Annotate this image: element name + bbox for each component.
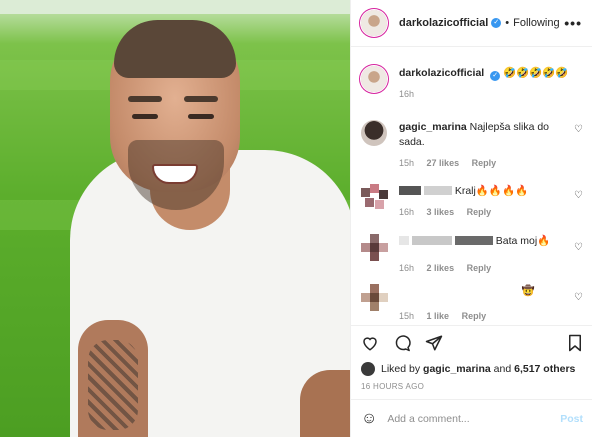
avatar[interactable] — [361, 234, 388, 261]
caption: darkolazicofficial ✓ 🤣🤣🤣🤣🤣 16h — [361, 66, 585, 102]
photo-arm — [300, 370, 350, 437]
heart-icon[interactable]: ♡ — [574, 242, 583, 253]
comment-time[interactable]: 15h — [399, 311, 414, 321]
comment-body: Kralj🔥🔥🔥🔥 16h 3 likes Reply — [399, 184, 569, 220]
liked-by-user[interactable]: gagic_marina — [423, 363, 491, 375]
caption-meta: 16h — [399, 87, 569, 102]
list-item: Bata moj🔥 16h 2 likes Reply ♡ — [361, 234, 585, 276]
reply-button[interactable]: Reply — [467, 207, 492, 217]
photo-hair — [114, 20, 236, 78]
comment-time[interactable]: 16h — [399, 207, 414, 217]
reply-button[interactable]: Reply — [472, 158, 497, 168]
comment-time[interactable]: 16h — [399, 263, 414, 273]
photo-sky — [0, 0, 350, 14]
comment-input[interactable]: Add a comment... — [387, 413, 469, 425]
liked-by: Liked by gagic_marina and 6,517 others — [351, 356, 592, 376]
liked-by-others[interactable]: 6,517 others — [514, 363, 575, 375]
comment-body: Bata moj🔥 16h 2 likes Reply — [399, 234, 569, 276]
comment-body: gagic_marina Najlepša slika do sada. 15h… — [399, 120, 569, 171]
verified-badge-icon: ✓ — [491, 18, 502, 28]
blurred-username — [411, 236, 452, 245]
comment-meta: 15h 27 likes Reply — [399, 156, 569, 171]
comment-text: Bata moj🔥 — [495, 235, 551, 247]
comment-text: Kralj🔥🔥🔥🔥 — [454, 185, 529, 197]
comment-bubble-icon[interactable] — [393, 334, 411, 356]
bookmark-icon[interactable] — [567, 334, 583, 356]
comments-list[interactable]: darkolazicofficial ✓ 🤣🤣🤣🤣🤣 16h gagic_mar… — [351, 48, 592, 324]
verified-badge-icon: ✓ — [490, 71, 501, 81]
avatar[interactable] — [361, 120, 387, 146]
comment-text: 🤠 — [521, 285, 535, 297]
reply-button[interactable]: Reply — [462, 311, 487, 321]
post-button[interactable]: Post — [560, 413, 583, 425]
photo-brow — [128, 96, 162, 102]
photo-eye — [188, 114, 214, 119]
photo-brow — [184, 96, 218, 102]
blurred-username — [454, 236, 493, 245]
photo-eye — [132, 114, 158, 119]
avatar[interactable] — [361, 10, 387, 36]
instagram-post-view: darkolazicofficial ✓ • Following ••• dar… — [0, 0, 592, 437]
post-header: darkolazicofficial ✓ • Following ••• — [351, 0, 592, 47]
avatar[interactable] — [361, 184, 388, 210]
post-actions: Liked by gagic_marina and 6,517 others 1… — [351, 325, 592, 437]
heart-icon[interactable]: ♡ — [574, 190, 583, 201]
list-item: Kralj🔥🔥🔥🔥 16h 3 likes Reply ♡ — [361, 184, 585, 220]
comment-meta: 16h 2 likes Reply — [399, 261, 569, 276]
liked-by-and: and — [493, 363, 512, 375]
comment-likes[interactable]: 3 likes — [427, 207, 455, 217]
post-side-panel: darkolazicofficial ✓ • Following ••• dar… — [350, 0, 592, 437]
caption-text: 🤣🤣🤣🤣🤣 — [503, 67, 569, 79]
heart-icon[interactable]: ♡ — [574, 292, 583, 303]
avatar[interactable] — [361, 66, 387, 92]
caption-time[interactable]: 16h — [399, 89, 414, 99]
blurred-username — [423, 186, 452, 195]
add-comment-bar: ☺ Add a comment... Post — [351, 399, 592, 437]
like-heart-icon[interactable] — [361, 334, 379, 356]
comment-username[interactable]: gagic_marina — [399, 121, 467, 133]
share-paper-plane-icon[interactable] — [425, 334, 443, 356]
emoji-icon[interactable]: ☺ — [361, 410, 377, 428]
caption-username[interactable]: darkolazicofficial — [399, 67, 484, 79]
comment-body: 🤠 15h 1 like Reply — [399, 284, 569, 324]
comment-likes[interactable]: 2 likes — [427, 263, 455, 273]
post-timestamp[interactable]: 16 HOURS AGO — [351, 376, 592, 391]
comment-likes[interactable]: 27 likes — [427, 158, 460, 168]
following-button[interactable]: Following — [513, 17, 559, 29]
avatar[interactable] — [361, 284, 388, 311]
blurred-username — [399, 236, 409, 245]
comment-meta: 16h 3 likes Reply — [399, 205, 569, 220]
more-options-icon[interactable]: ••• — [564, 15, 582, 31]
liked-by-prefix: Liked by — [381, 363, 421, 375]
action-bar — [351, 326, 592, 356]
blurred-username — [399, 186, 421, 195]
avatar[interactable] — [361, 362, 375, 376]
comment-likes[interactable]: 1 like — [427, 311, 450, 321]
separator-dot: • — [505, 17, 510, 29]
header-username[interactable]: darkolazicofficial — [399, 17, 488, 29]
caption-body: darkolazicofficial ✓ 🤣🤣🤣🤣🤣 16h — [399, 66, 569, 102]
list-item: gagic_marina Najlepša slika do sada. 15h… — [361, 120, 585, 171]
heart-icon[interactable]: ♡ — [574, 124, 583, 135]
post-photo[interactable] — [0, 0, 350, 437]
comment-meta: 15h 1 like Reply — [399, 309, 569, 324]
reply-button[interactable]: Reply — [467, 263, 492, 273]
photo-tattoo — [88, 340, 138, 430]
list-item: 🤠 15h 1 like Reply ♡ — [361, 284, 585, 324]
comment-time[interactable]: 15h — [399, 158, 414, 168]
